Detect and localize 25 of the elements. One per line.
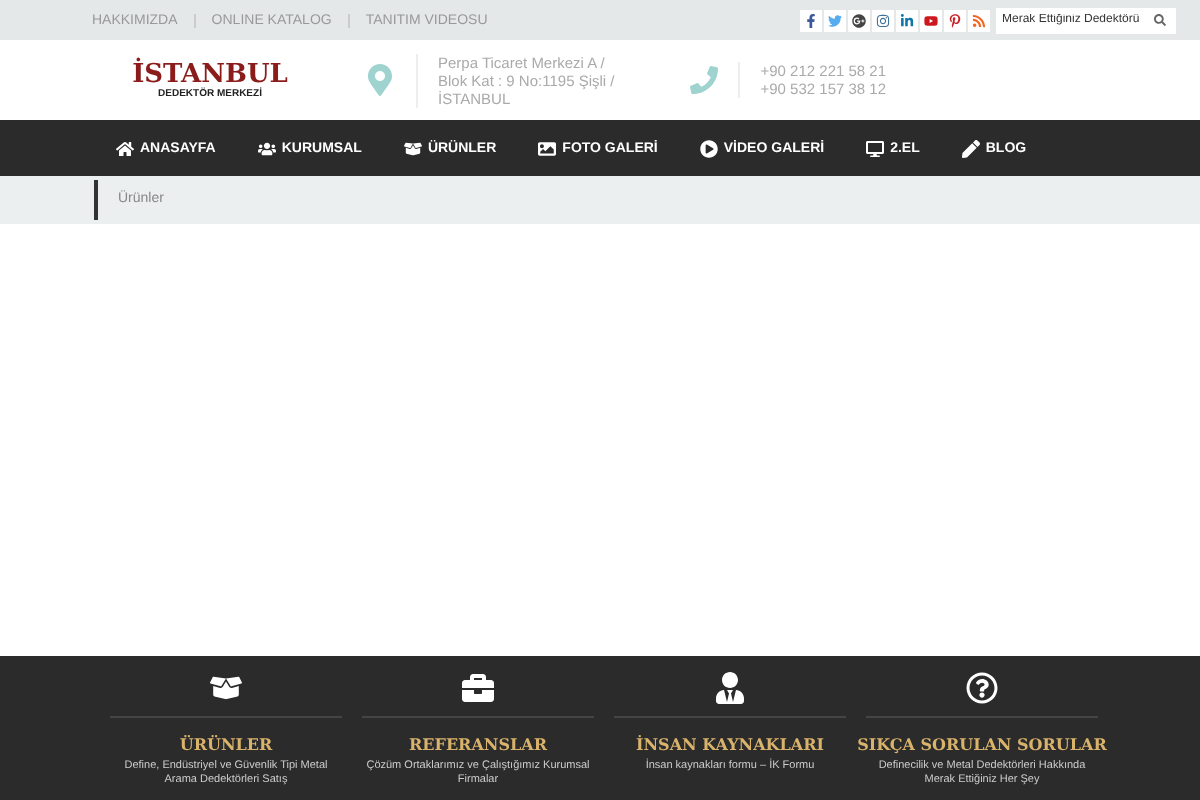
card-title[interactable]: İNSAN KAYNAKLARI: [636, 734, 824, 754]
play-icon: [699, 139, 718, 157]
map-pin-icon: [364, 64, 396, 96]
linkedin-icon[interactable]: [896, 9, 918, 31]
people-icon: [257, 139, 276, 157]
help-icon: [966, 672, 998, 704]
phone-icon: [690, 66, 719, 94]
pen-icon: [961, 139, 980, 157]
monitor-icon: [866, 139, 885, 157]
person-icon: [714, 672, 746, 704]
box-icon: [210, 672, 242, 704]
rss-icon[interactable]: [968, 9, 990, 31]
home-icon: [116, 139, 134, 157]
instagram-icon[interactable]: [872, 9, 894, 31]
search-icon[interactable]: [1154, 14, 1166, 26]
image-icon: [538, 139, 557, 157]
card-title[interactable]: REFERANSLAR: [409, 734, 547, 754]
box-icon: [403, 139, 422, 157]
pinterest-icon[interactable]: [944, 9, 966, 31]
card-title[interactable]: ÜRÜNLER: [179, 734, 273, 754]
facebook-icon[interactable]: [800, 9, 822, 31]
youtube-icon[interactable]: [920, 9, 942, 31]
card-title[interactable]: SIKÇA SORULAN SORULAR: [857, 734, 1107, 754]
briefcase-icon: [462, 672, 494, 704]
google-icon[interactable]: [848, 9, 870, 31]
